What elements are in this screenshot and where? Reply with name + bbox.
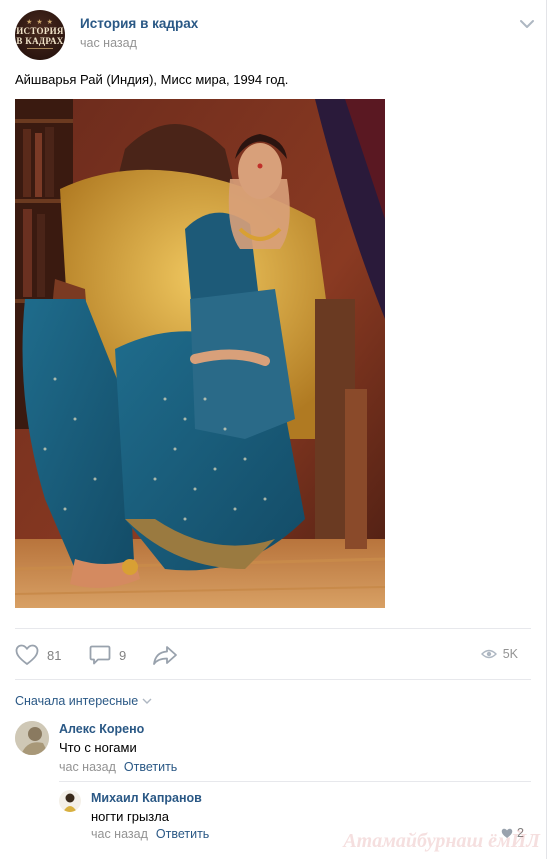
- share-arrow-icon: [153, 646, 177, 665]
- views-count: 5K: [502, 647, 518, 661]
- comment-text: Что с ногами: [59, 740, 137, 755]
- post-photo[interactable]: [14, 99, 386, 608]
- likes-count: 81: [47, 647, 62, 663]
- comment-button[interactable]: 9: [89, 644, 126, 666]
- avatar-divider: [27, 48, 53, 49]
- reply-time[interactable]: час назад: [91, 827, 148, 841]
- views-counter: 5K: [480, 647, 518, 661]
- reply-button[interactable]: Ответить: [124, 760, 177, 774]
- post-card: ★ ★ ★ ИСТОРИЯ В КАДРАХ История в кадрах …: [0, 0, 547, 859]
- comment-author[interactable]: Алекс Корено: [59, 722, 144, 736]
- comment-time[interactable]: час назад: [59, 760, 116, 774]
- post-text: Айшварья Рай (Индия), Мисс мира, 1994 го…: [15, 72, 289, 87]
- group-avatar[interactable]: ★ ★ ★ ИСТОРИЯ В КАДРАХ: [15, 10, 65, 60]
- actions-divider-top: [15, 628, 531, 629]
- reply-like-button[interactable]: 2: [501, 826, 524, 840]
- sort-label: Сначала интересные: [15, 694, 139, 708]
- like-button[interactable]: 81: [15, 644, 61, 666]
- chevron-down-icon: [142, 698, 152, 704]
- comments-count: 9: [119, 647, 127, 663]
- post-time[interactable]: час назад: [80, 36, 137, 50]
- commenter-avatar[interactable]: [15, 721, 49, 755]
- reply-meta: час назад Ответить: [91, 827, 209, 841]
- avatar-stars-icon: ★ ★ ★: [26, 19, 54, 26]
- heart-icon: [15, 644, 39, 665]
- reply-author[interactable]: Михаил Капранов: [91, 791, 202, 805]
- comments-sort-dropdown[interactable]: Сначала интересные: [15, 694, 152, 708]
- comment-divider: [59, 781, 531, 782]
- post-menu-chevron-icon[interactable]: [519, 16, 535, 32]
- post-header: ★ ★ ★ ИСТОРИЯ В КАДРАХ История в кадрах …: [15, 10, 535, 60]
- avatar-text-line1: ИСТОРИЯ: [16, 26, 64, 36]
- comment-meta: час назад Ответить: [59, 760, 177, 774]
- reply-commenter-avatar[interactable]: [59, 790, 81, 812]
- share-button[interactable]: [152, 644, 178, 666]
- actions-divider-bottom: [15, 679, 531, 680]
- comment-icon: [89, 645, 111, 665]
- group-name-link[interactable]: История в кадрах: [80, 16, 198, 31]
- eye-icon: [480, 649, 497, 659]
- reply-likes-count: 2: [517, 826, 524, 840]
- avatar-text-line2: В КАДРАХ: [16, 36, 64, 46]
- reply-text: ногти грызла: [91, 809, 169, 824]
- reply-reply-button[interactable]: Ответить: [156, 827, 209, 841]
- heart-small-icon: [501, 828, 513, 838]
